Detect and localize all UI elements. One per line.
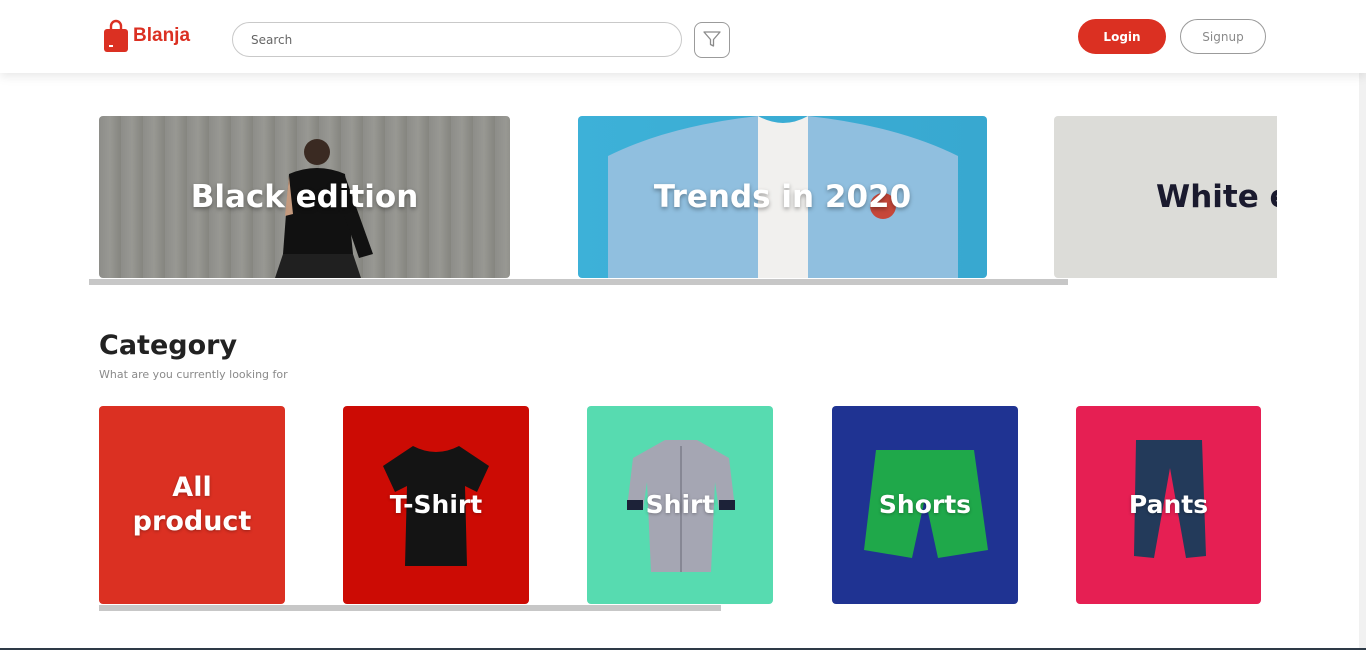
category-label: All product (127, 471, 257, 539)
banner-black-edition[interactable]: Black edition (99, 116, 510, 278)
signup-button[interactable]: Signup (1180, 19, 1266, 54)
category-card-shirt[interactable]: Shirt (587, 406, 773, 604)
category-card-pants[interactable]: Pants (1076, 406, 1261, 604)
funnel-icon (702, 29, 722, 52)
category-label: Shorts (878, 490, 972, 520)
page: Blanja Login Signup Black edition (0, 0, 1366, 650)
page-scrollbar[interactable] (1359, 73, 1366, 650)
filter-button[interactable] (694, 22, 730, 58)
category-scrollbar[interactable] (99, 605, 721, 611)
banner-scrollbar[interactable] (89, 279, 1068, 285)
category-label-line: All (172, 472, 212, 504)
search-input[interactable] (232, 22, 682, 57)
category-label-line: product (132, 506, 252, 537)
category-title: Category (99, 330, 238, 361)
login-button[interactable]: Login (1078, 19, 1166, 54)
category-subtitle: What are you currently looking for (99, 368, 288, 381)
banner-white-edition[interactable]: White ed (1054, 116, 1277, 278)
category-card-all-product[interactable]: All product (99, 406, 285, 604)
shopping-bag-icon (103, 19, 129, 53)
category-card-tshirt[interactable]: T-Shirt (343, 406, 529, 604)
category-card-shorts[interactable]: Shorts (832, 406, 1018, 604)
banner-title: White ed (1156, 179, 1277, 215)
banner-trends-2020[interactable]: Trends in 2020 (578, 116, 987, 278)
banner-title: Black edition (190, 179, 419, 215)
category-label: T-Shirt (389, 490, 483, 520)
category-label: Pants (1128, 490, 1209, 520)
banner-title: Trends in 2020 (653, 179, 912, 215)
navbar: Blanja Login Signup (0, 0, 1366, 73)
brand-logo[interactable]: Blanja (103, 19, 190, 53)
brand-name: Blanja (133, 25, 191, 46)
category-label: Shirt (645, 490, 715, 520)
